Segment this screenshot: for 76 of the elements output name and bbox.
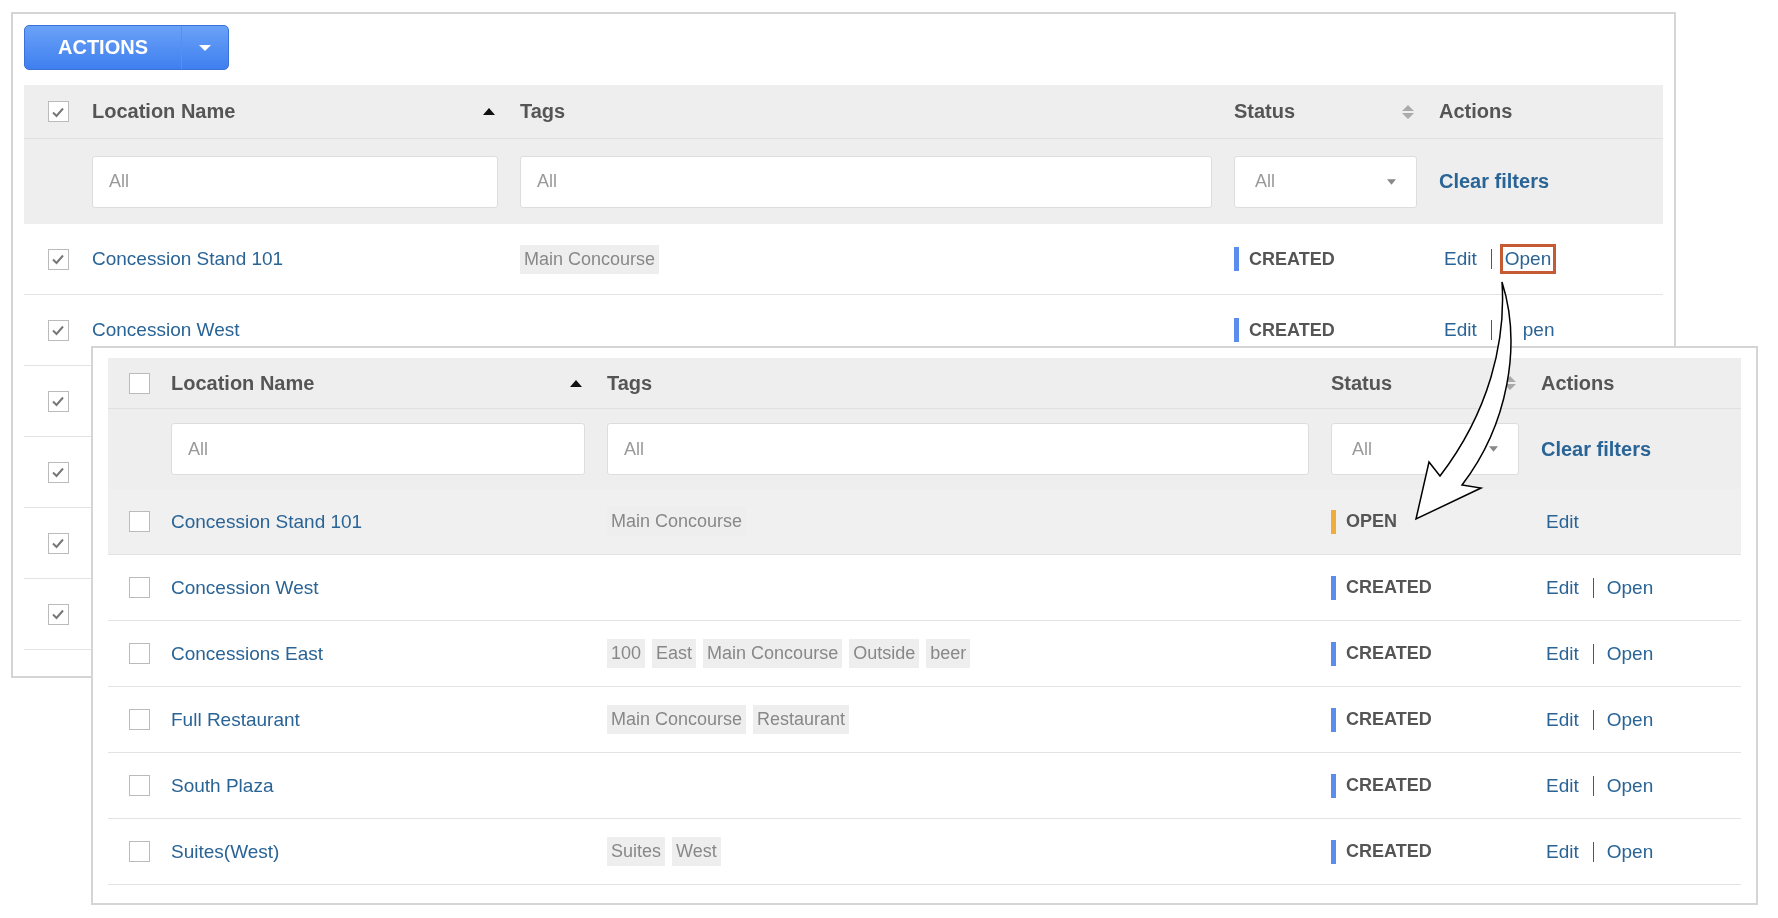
column-header[interactable]: Location Name (92, 100, 236, 123)
action-link[interactable]: Open (1601, 572, 1659, 603)
location-name-link[interactable]: South Plaza (171, 774, 274, 797)
column-header[interactable]: Actions (1439, 100, 1513, 123)
tag-label: Suites (607, 837, 666, 866)
location-name-link[interactable]: Concession West (171, 576, 319, 599)
status-label: CREATED (1331, 575, 1432, 600)
checkbox[interactable] (47, 390, 69, 412)
table-row[interactable]: Concession Stand 101 Main Concourse OPEN Edit (108, 489, 1741, 555)
checkbox[interactable] (47, 461, 69, 483)
checkbox[interactable] (47, 532, 69, 554)
status-label: CREATED (1331, 839, 1432, 864)
checkbox[interactable] (47, 603, 69, 625)
tag-label: Main Concourse (703, 639, 843, 668)
sort-ascending-icon[interactable] (570, 379, 582, 387)
status-label: CREATED (1234, 247, 1335, 271)
caret-icon[interactable] (199, 44, 211, 51)
action-link[interactable]: Edit (1541, 836, 1584, 867)
checkbox[interactable] (129, 372, 150, 394)
action-link[interactable]: Edit (1541, 572, 1584, 603)
checkbox[interactable] (47, 248, 69, 270)
tags-filter-field[interactable]: All (607, 423, 1309, 475)
status-label: OPEN (1331, 509, 1397, 534)
column-header[interactable]: Location Name (171, 371, 315, 395)
checkbox[interactable] (129, 841, 150, 862)
tag-label: East (652, 639, 697, 668)
checkbox[interactable] (47, 101, 69, 122)
location-name-link[interactable]: Concession Stand 101 (171, 510, 363, 533)
column-header[interactable]: Actions (1541, 371, 1615, 395)
clear-filters-link[interactable]: Clear filters (1439, 170, 1550, 193)
location-filter-field[interactable]: All (171, 423, 585, 475)
action-link[interactable]: Open (1601, 836, 1659, 867)
location-name-link[interactable]: Suites(West) (171, 840, 280, 863)
tag-label: 100 (607, 639, 646, 668)
tag-label: Restaurant (753, 705, 850, 734)
checkbox[interactable] (129, 511, 150, 532)
checkbox[interactable] (129, 775, 150, 796)
tag-label: Main Concourse (520, 244, 660, 274)
sort-icon[interactable] (1504, 376, 1516, 390)
tag-label: beer (926, 639, 971, 668)
location-name-link[interactable]: Full Restaurant (171, 708, 300, 731)
tag-label: West (672, 837, 721, 866)
clear-filters-link[interactable]: Clear filters (1541, 437, 1652, 461)
checkbox[interactable] (47, 319, 69, 341)
action-link[interactable]: Open (1601, 770, 1659, 801)
caret-icon[interactable] (1387, 178, 1396, 185)
tags-filter-field[interactable]: All (520, 155, 1212, 208)
column-header[interactable]: Status (1331, 371, 1393, 395)
location-name-link[interactable]: Concession West (92, 319, 240, 341)
action-link[interactable]: pen (1517, 315, 1560, 345)
status-label: CREATED (1234, 318, 1335, 342)
location-filter-field[interactable]: All (92, 155, 498, 208)
action-link[interactable]: Open (1601, 704, 1659, 735)
column-header[interactable]: Status (1234, 100, 1296, 123)
column-header[interactable]: Tags (520, 100, 566, 123)
tag-label: Main Concourse (607, 705, 747, 734)
action-link[interactable]: Edit (1541, 506, 1584, 537)
status-label: CREATED (1331, 707, 1432, 732)
location-name-link[interactable]: Concessions East (171, 642, 324, 665)
tag-label: Outside (849, 639, 920, 668)
status-label: CREATED (1331, 773, 1432, 798)
action-link[interactable]: Edit (1541, 704, 1584, 735)
checkbox[interactable] (129, 577, 150, 598)
action-link[interactable]: Open (1601, 638, 1659, 669)
checkbox[interactable] (129, 643, 150, 664)
sort-ascending-icon[interactable] (483, 108, 495, 115)
status-label: CREATED (1331, 641, 1432, 666)
action-link[interactable]: Edit (1541, 638, 1584, 669)
highlighted-action-link[interactable]: Open (1499, 244, 1557, 274)
action-link[interactable]: Edit (1439, 315, 1482, 345)
action-link[interactable]: Edit (1541, 770, 1584, 801)
action-link[interactable]: Edit (1439, 244, 1482, 274)
caret-icon[interactable] (1489, 446, 1498, 452)
checkbox[interactable] (129, 709, 150, 730)
column-header[interactable]: Tags (607, 371, 653, 395)
location-name-link[interactable]: Concession Stand 101 (92, 248, 284, 270)
